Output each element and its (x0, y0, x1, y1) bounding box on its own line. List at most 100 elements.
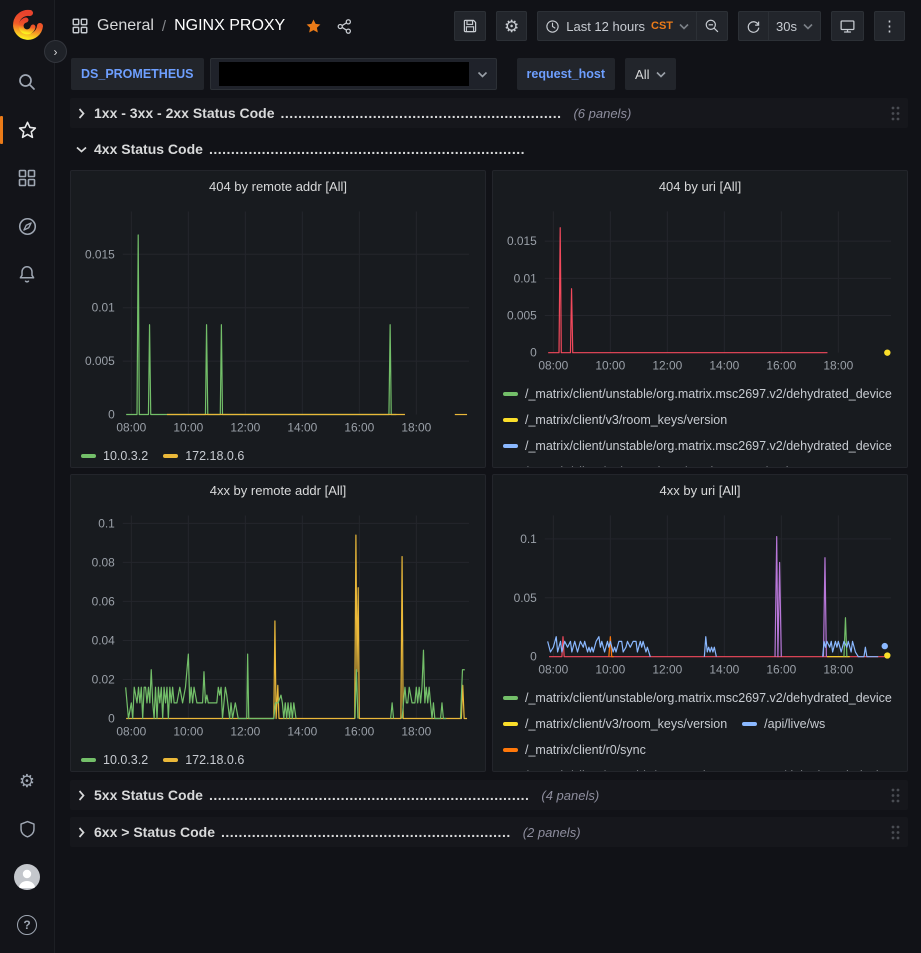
grafana-logo[interactable] (9, 8, 45, 44)
row-panel-count: (4 panels) (541, 788, 599, 803)
dashboard-settings-button[interactable]: ⚙ (496, 11, 527, 41)
legend-series-swatch (503, 418, 518, 422)
sidebar-item-help[interactable]: ? (0, 901, 55, 949)
row-5xx[interactable]: 5xx Status Code ........................… (70, 780, 908, 810)
refresh-interval-picker[interactable]: 30s (768, 11, 821, 41)
svg-text:0.01: 0.01 (92, 301, 116, 315)
svg-text:0.06: 0.06 (92, 594, 116, 608)
sidebar-item-alerting[interactable] (0, 250, 55, 298)
variable-value-ds-prometheus-dropdown[interactable] (210, 58, 497, 90)
time-zone-label: CST (651, 20, 673, 32)
row-title-dots: ........................................… (281, 105, 562, 121)
favorite-star-icon[interactable] (305, 18, 322, 35)
compass-icon (17, 216, 38, 237)
legend-item[interactable]: /_matrix/client/unstable/org.matrix.msc2… (503, 434, 892, 457)
legend-series-label: /_matrix/client/r0/sync (525, 743, 646, 757)
sidebar-item-explore[interactable] (0, 202, 55, 250)
legend-item[interactable]: /_matrix/client/v3/room_keys/version (503, 408, 727, 431)
breadcrumb-dashboard-title[interactable]: NGINX PROXY (174, 17, 285, 35)
svg-text:10:00: 10:00 (595, 359, 625, 373)
breadcrumb-folder[interactable]: General (97, 17, 154, 35)
bell-icon (17, 264, 37, 284)
save-dashboard-button[interactable] (454, 11, 486, 41)
legend-series-label: /_matrix/client/v3/room_keys/version (525, 717, 727, 731)
svg-text:18:00: 18:00 (823, 663, 853, 677)
sidebar-item-configuration[interactable]: ⚙ (0, 757, 55, 805)
sidebar-item-dashboards[interactable] (0, 154, 55, 202)
row-title: 1xx - 3xx - 2xx Status Code (94, 105, 275, 121)
save-icon (462, 18, 478, 34)
legend-item[interactable]: /_matrix/client/r0/sync (503, 738, 646, 761)
legend-item[interactable]: /_matrix/client/unstable/org.matrix.msc2… (503, 764, 892, 772)
clock-icon (545, 19, 560, 34)
panel-title[interactable]: 4xx by uri [All] (501, 475, 899, 505)
sidebar-item-starred[interactable] (0, 106, 55, 154)
svg-text:12:00: 12:00 (230, 420, 260, 434)
row-drag-handle[interactable] (891, 106, 900, 121)
zoom-out-icon (704, 18, 720, 34)
legend-item[interactable]: 172.18.0.6 (163, 748, 244, 771)
zoom-out-time-button[interactable] (696, 11, 728, 41)
row-1xx-3xx-2xx[interactable]: 1xx - 3xx - 2xx Status Code ............… (70, 98, 908, 128)
variable-value-request-host-dropdown[interactable]: All (625, 58, 676, 90)
time-range-picker[interactable]: Last 12 hours CST (537, 11, 696, 41)
panel-title[interactable]: 404 by remote addr [All] (79, 171, 477, 201)
panel-title[interactable]: 4xx by remote addr [All] (79, 475, 477, 505)
help-icon: ? (17, 915, 37, 935)
row-drag-handle[interactable] (891, 825, 900, 840)
svg-text:10:00: 10:00 (595, 663, 625, 677)
svg-text:08:00: 08:00 (116, 420, 146, 434)
gear-icon: ⚙ (19, 772, 35, 790)
legend-item[interactable]: /_matrix/client/v3/room_keys/version (503, 460, 727, 468)
row-panel-count: (2 panels) (523, 825, 581, 840)
sidebar-item-search[interactable] (0, 58, 55, 106)
panel-title[interactable]: 404 by uri [All] (501, 171, 899, 201)
panel-legend: /_matrix/client/unstable/org.matrix.msc2… (501, 382, 899, 468)
legend-item[interactable]: /_matrix/client/unstable/org.matrix.msc2… (503, 686, 892, 709)
chevron-down-icon (656, 71, 666, 78)
legend-item[interactable]: /_matrix/client/unstable/org.matrix.msc2… (503, 382, 892, 405)
time-series-plot[interactable]: 00.050.108:0010:0012:0014:0016:0018:00 (501, 505, 899, 686)
legend-series-swatch (503, 722, 518, 726)
row-6xx[interactable]: 6xx > Status Code ......................… (70, 817, 908, 847)
refresh-button[interactable] (738, 11, 768, 41)
row-drag-handle[interactable] (891, 788, 900, 803)
time-series-plot[interactable]: 00.020.040.060.080.108:0010:0012:0014:00… (79, 505, 477, 748)
svg-text:0.05: 0.05 (514, 591, 538, 605)
svg-text:14:00: 14:00 (709, 359, 739, 373)
legend-series-swatch (163, 758, 178, 762)
sidebar-item-profile[interactable] (0, 853, 55, 901)
sidebar-item-server-admin[interactable] (0, 805, 55, 853)
sidebar: ⚙ ? (0, 0, 55, 953)
variable-label-request-host[interactable]: request_host (517, 58, 616, 90)
legend-series-label: /_matrix/client/v3/room_keys/version (525, 413, 727, 427)
row-title-dots: ........................................… (221, 824, 511, 840)
row-panel-count: (6 panels) (573, 106, 631, 121)
time-series-plot[interactable]: 00.0050.010.01508:0010:0012:0014:0016:00… (501, 201, 899, 382)
svg-text:12:00: 12:00 (652, 359, 682, 373)
grafana-logo-icon (10, 9, 44, 43)
kebab-menu-icon: ⋮ (882, 17, 897, 35)
breadcrumb: General / NGINX PROXY (71, 17, 353, 35)
dashboard-grid-icon (71, 17, 89, 35)
legend-item[interactable]: /api/live/ws (742, 712, 825, 735)
legend-series-label: 172.18.0.6 (185, 449, 244, 463)
legend-item[interactable]: /_matrix/client/v3/room_keys/version (503, 712, 727, 735)
share-icon[interactable] (336, 18, 353, 35)
cycle-view-mode-button[interactable] (831, 11, 864, 41)
time-series-plot[interactable]: 00.0050.010.01508:0010:0012:0014:0016:00… (79, 201, 477, 444)
time-controls-group: Last 12 hours CST (537, 11, 728, 41)
sidebar-expand-button[interactable]: › (44, 40, 67, 63)
variable-label-ds-prometheus[interactable]: DS_PROMETHEUS (71, 58, 204, 90)
legend-series-swatch (503, 748, 518, 752)
search-icon (17, 72, 37, 92)
legend-item[interactable]: 10.0.3.2 (81, 748, 148, 771)
legend-item[interactable]: /sw.js (742, 460, 795, 468)
svg-text:0.015: 0.015 (507, 234, 537, 248)
row-4xx[interactable]: 4xx Status Code ........................… (70, 135, 908, 163)
svg-text:0: 0 (108, 712, 115, 726)
legend-item[interactable]: 172.18.0.6 (163, 444, 244, 467)
more-options-button[interactable]: ⋮ (874, 11, 905, 41)
legend-series-label: /_matrix/client/unstable/org.matrix.msc2… (525, 387, 892, 401)
legend-item[interactable]: 10.0.3.2 (81, 444, 148, 467)
